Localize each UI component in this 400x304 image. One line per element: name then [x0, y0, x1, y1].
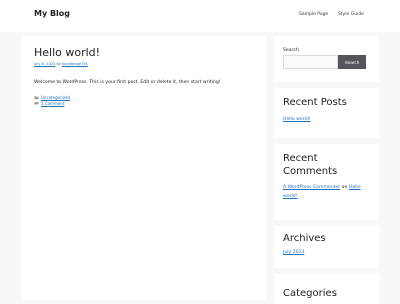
- post-content: Welcome to WordPress. This is your first…: [34, 80, 221, 85]
- post-date-link[interactable]: July 8, 2023: [34, 62, 55, 66]
- categories-heading: Categories: [283, 288, 337, 299]
- search-input[interactable]: [283, 55, 338, 69]
- search-label: Search: [283, 48, 299, 53]
- nav-item-style-guide[interactable]: Style Guide: [338, 12, 364, 17]
- recent-comment-line1: A WordPress Commenter on Hello: [283, 185, 361, 190]
- post-meta: July 8, 2023 by bandbloge791: [34, 62, 88, 66]
- comment-on-text: on: [341, 185, 348, 190]
- post-comments-link[interactable]: 1 Comment: [41, 101, 64, 106]
- archive-link[interactable]: July 2023: [283, 250, 304, 255]
- archives-heading: Archives: [283, 233, 326, 244]
- folder-icon: [34, 96, 39, 100]
- post-title[interactable]: Hello world!: [34, 46, 100, 59]
- comment-post-link-cont[interactable]: world!: [283, 194, 298, 199]
- site-header: My Blog Sample Page Style Guide: [0, 0, 400, 32]
- recent-comments-widget: Recent Comments A WordPress Commenter on…: [274, 144, 379, 220]
- comment-post-link[interactable]: Hello: [349, 185, 361, 190]
- recent-posts-widget: Recent Posts Hello world!: [274, 88, 379, 138]
- nav-item-sample-page[interactable]: Sample Page: [299, 12, 328, 17]
- post-author-link[interactable]: bandbloge791: [62, 62, 88, 66]
- main-nav: Sample Page Style Guide: [0, 12, 400, 20]
- recent-post-link[interactable]: Hello world!: [283, 117, 311, 122]
- recent-comments-heading-line2: Comments: [283, 166, 338, 177]
- search-button[interactable]: Search: [338, 55, 366, 69]
- commenter-link[interactable]: A WordPress Commenter: [283, 185, 340, 190]
- post-article: Hello world! July 8, 2023 by bandbloge79…: [21, 36, 266, 300]
- archives-widget: Archives July 2023: [274, 226, 379, 268]
- comment-icon: [34, 102, 39, 106]
- post-meta-by: by: [56, 62, 61, 66]
- post-category-link[interactable]: Uncategorized: [41, 95, 70, 100]
- search-widget: Search Search: [274, 36, 379, 82]
- recent-posts-heading: Recent Posts: [283, 97, 347, 108]
- recent-comments-heading-line1: Recent: [283, 153, 318, 164]
